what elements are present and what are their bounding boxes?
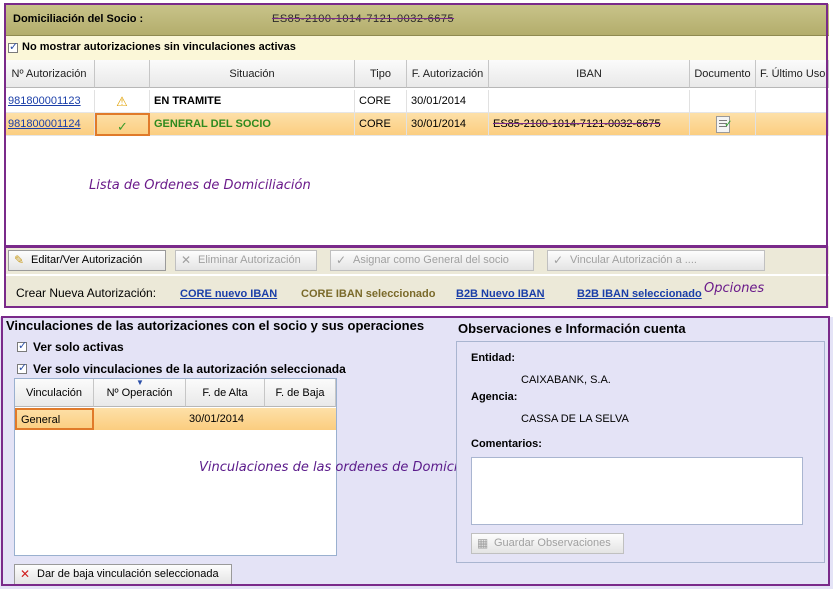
table-row-selected[interactable]: 981800001124 ✓ GENERAL DEL SOCIO CORE 30…: [4, 113, 829, 136]
baja-cell: [265, 408, 336, 430]
edit-authorization-label: Editar/Ver Autorización: [31, 254, 143, 266]
b2b-selected-iban-link[interactable]: B2B IBAN seleccionado: [577, 288, 702, 300]
tipo-cell: CORE: [355, 113, 407, 136]
active-only-label: Ver solo activas: [33, 340, 124, 354]
operacion-cell: [94, 408, 186, 430]
col-header-status[interactable]: [95, 60, 150, 88]
ultimo-uso-cell: [756, 90, 829, 113]
socio-label: Domiciliación del Socio :: [13, 13, 144, 25]
documento-cell: ✓: [690, 113, 756, 136]
save-icon: ▦: [477, 536, 489, 550]
delete-authorization-label: Eliminar Autorización: [198, 254, 301, 266]
entidad-value: CAIXABANK, S.A.: [521, 374, 611, 386]
active-only-checkbox[interactable]: [17, 339, 27, 352]
hide-inactive-label: No mostrar autorizaciones sin vinculacio…: [22, 41, 296, 53]
col-header-operacion[interactable]: Nº Operación ▼: [94, 378, 186, 407]
col-header-iban[interactable]: IBAN: [489, 60, 690, 88]
check-icon: ✓: [336, 253, 347, 267]
unlink-button[interactable]: ✕ Dar de baja vinculación seleccionada: [14, 564, 232, 585]
annotation-lista: Lista de Ordenes de Domiciliación: [89, 178, 311, 193]
situacion-cell: EN TRAMITE: [150, 90, 355, 113]
alta-cell: 30/01/2014: [189, 413, 245, 425]
ultimo-uso-cell: [756, 113, 829, 136]
col-header-fecha[interactable]: F. Autorización: [407, 60, 489, 88]
authorizations-grid: Nº Autorización Situación Tipo F. Autori…: [4, 60, 829, 244]
selected-only-label: Ver solo vinculaciones de la autorizació…: [33, 362, 346, 376]
annotation-opciones: Opciones: [704, 281, 765, 296]
col-header-alta[interactable]: F. de Alta: [186, 379, 265, 407]
authorization-number-link[interactable]: 981800001123: [8, 95, 81, 107]
b2b-new-iban-link[interactable]: B2B Nuevo IBAN: [456, 288, 545, 300]
link-authorization-label: Vincular Autorización a ....: [570, 254, 697, 266]
entidad-label: Entidad:: [471, 352, 515, 364]
col-header-ultimo-uso[interactable]: F. Último Uso: [756, 60, 829, 88]
agencia-label: Agencia:: [471, 391, 518, 403]
comentarios-label: Comentarios:: [471, 438, 542, 450]
iban-cell: [489, 90, 690, 113]
save-observaciones-button[interactable]: ▦ Guardar Observaciones: [471, 533, 624, 554]
document-icon[interactable]: ✓: [715, 116, 733, 133]
documento-cell: [690, 90, 756, 113]
col-header-vinculacion[interactable]: Vinculación: [15, 379, 94, 407]
col-header-documento[interactable]: Documento: [690, 60, 756, 88]
authorization-toolbar: ✎ Editar/Ver Autorización ✕ Eliminar Aut…: [4, 246, 829, 274]
pencil-icon: ✎: [14, 253, 25, 267]
close-icon: ✕: [181, 253, 192, 267]
fecha-cell: 30/01/2014: [407, 113, 489, 136]
edit-authorization-button[interactable]: ✎ Editar/Ver Autorización: [8, 250, 166, 271]
vinculaciones-title: Vinculaciones de las autorizaciones con …: [6, 318, 425, 333]
hide-inactive-checkbox[interactable]: [8, 40, 18, 53]
check-icon: ✓: [117, 119, 128, 134]
sort-down-icon: ▼: [136, 378, 144, 387]
table-row-selected[interactable]: General 30/01/2014: [15, 408, 336, 430]
observaciones-panel: Observaciones e Información cuenta Entid…: [453, 318, 828, 568]
agencia-value: CASSA DE LA SELVA: [521, 413, 629, 425]
warning-icon: ⚠: [116, 94, 128, 109]
comentarios-textarea[interactable]: [471, 457, 803, 525]
vinculacion-cell: General: [15, 408, 94, 430]
create-authorization-row: Crear Nueva Autorización: CORE nuevo IBA…: [4, 276, 829, 308]
title-bar: Domiciliación del Socio : ES85-2100-1014…: [4, 4, 829, 36]
core-new-iban-link[interactable]: CORE nuevo IBAN: [180, 288, 277, 300]
col-header-tipo[interactable]: Tipo: [355, 60, 407, 88]
col-header-situacion[interactable]: Situación: [150, 60, 355, 88]
fecha-cell: 30/01/2014: [407, 90, 489, 113]
selected-only-checkbox[interactable]: [17, 361, 27, 374]
unlink-button-label: Dar de baja vinculación seleccionada: [37, 568, 219, 580]
tipo-cell: CORE: [355, 90, 407, 113]
delete-authorization-button[interactable]: ✕ Eliminar Autorización: [175, 250, 317, 271]
core-selected-iban-link[interactable]: CORE IBAN seleccionado: [301, 288, 435, 300]
socio-iban: ES85-2100-1014-7121-0032-6675: [272, 13, 455, 25]
create-authorization-label: Crear Nueva Autorización:: [16, 286, 157, 300]
table-row[interactable]: 981800001123 ⚠ EN TRAMITE CORE 30/01/201…: [4, 90, 829, 113]
close-icon: ✕: [20, 567, 31, 581]
col-header-baja[interactable]: F. de Baja: [265, 379, 336, 407]
authorization-number-link[interactable]: 981800001124: [8, 118, 81, 130]
assign-general-button[interactable]: ✓ Asignar como General del socio: [330, 250, 534, 271]
save-observaciones-label: Guardar Observaciones: [494, 537, 611, 549]
link-authorization-button[interactable]: ✓ Vincular Autorización a ....: [547, 250, 765, 271]
iban-cell: ES85-2100-1014-7121-0032-6675: [489, 113, 690, 136]
check-icon: ✓: [553, 253, 564, 267]
observaciones-box: Entidad: CAIXABANK, S.A. Agencia: CASSA …: [456, 341, 825, 563]
col-header-numero[interactable]: Nº Autorización: [4, 60, 95, 88]
observaciones-title: Observaciones e Información cuenta: [458, 321, 686, 336]
assign-general-label: Asignar como General del socio: [353, 254, 509, 266]
filter-row: No mostrar autorizaciones sin vinculacio…: [4, 36, 829, 60]
situacion-cell: GENERAL DEL SOCIO: [150, 113, 355, 136]
